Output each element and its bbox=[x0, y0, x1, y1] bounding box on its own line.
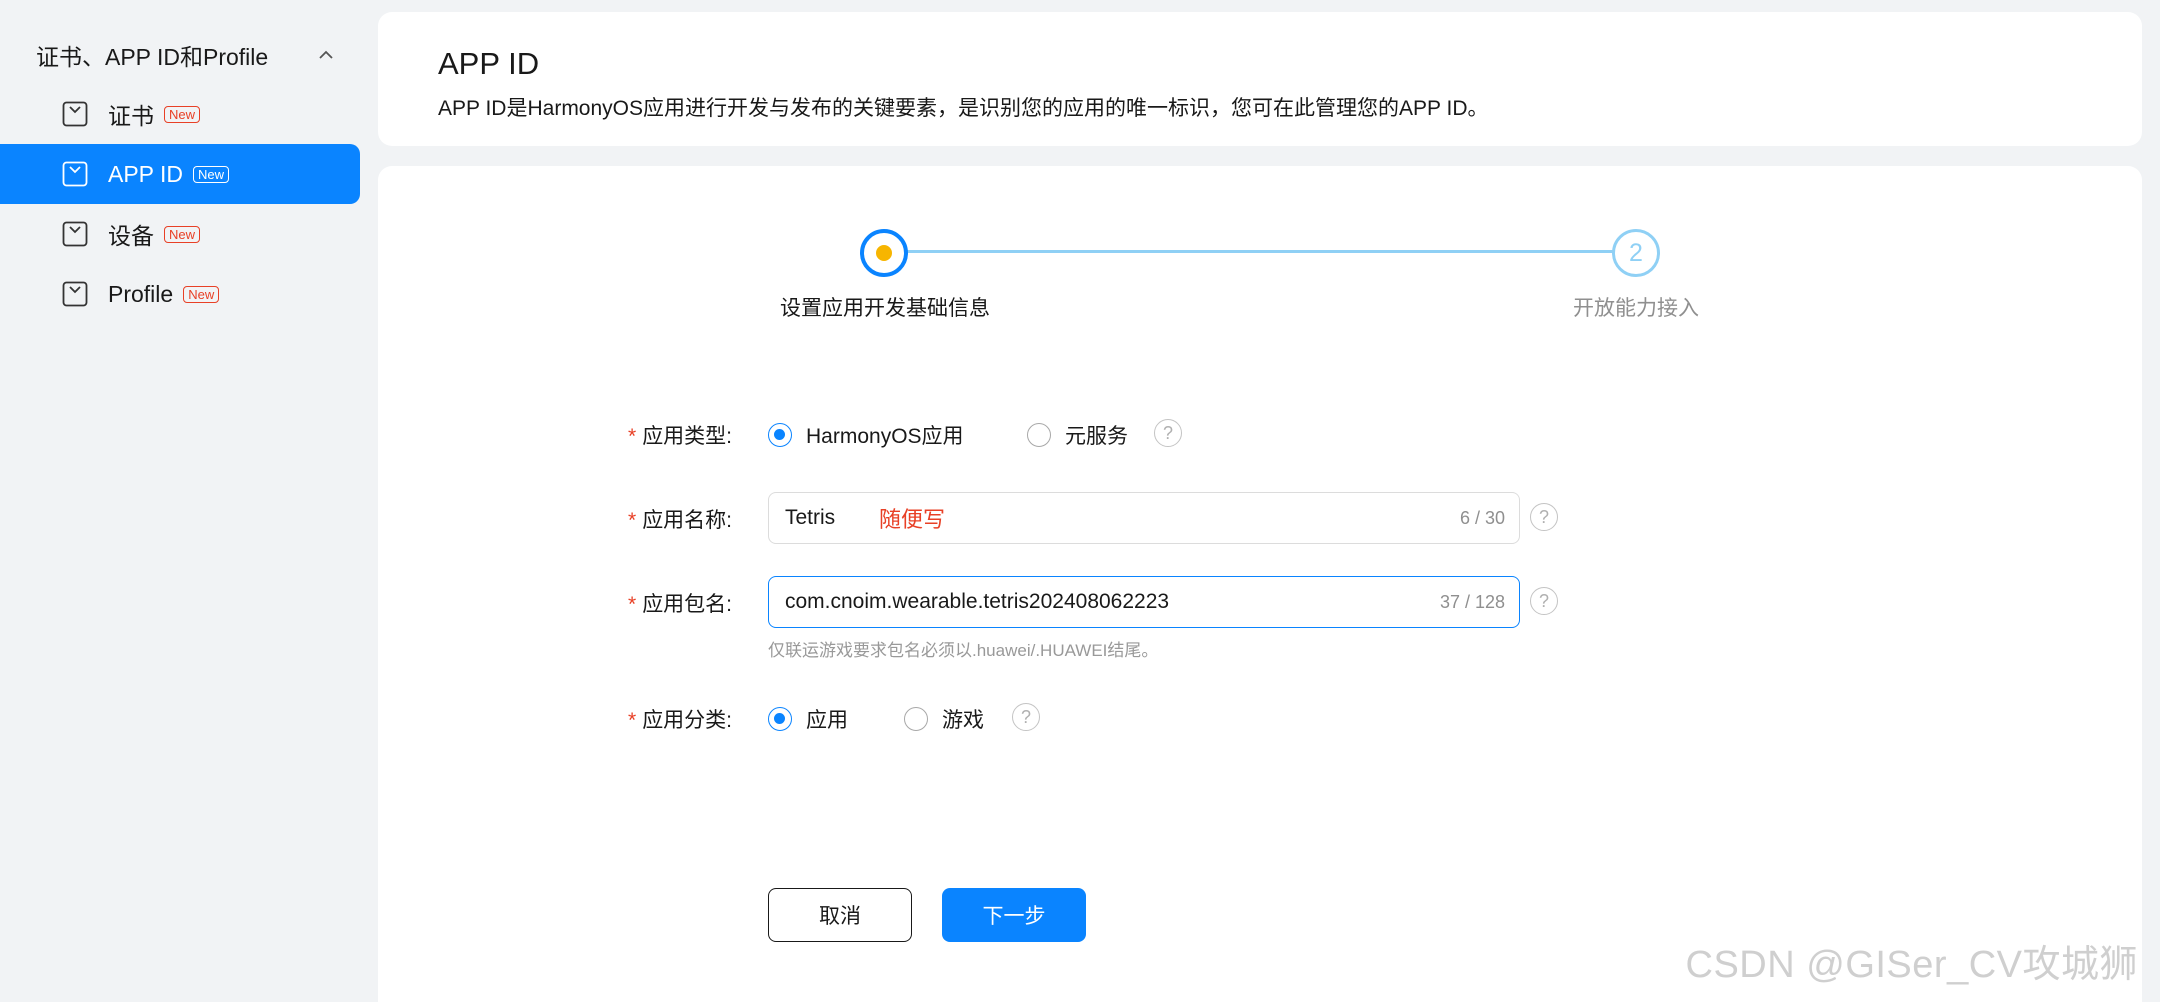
new-badge: New bbox=[164, 225, 201, 243]
package-name-label: * 应用包名: bbox=[628, 593, 733, 616]
category-app-radio[interactable]: 应用 bbox=[768, 704, 848, 734]
app-type-help-icon[interactable]: ? bbox=[1154, 419, 1182, 447]
step-2-indicator: 2 bbox=[1612, 229, 1660, 277]
required-mark: * bbox=[628, 425, 637, 448]
sidebar-item-app-id[interactable]: APP ID New bbox=[0, 144, 360, 204]
package-name-char-count: 37 / 128 bbox=[1439, 591, 1505, 612]
radio-label: 游戏 bbox=[942, 709, 984, 732]
cancel-button[interactable]: 取消 bbox=[768, 888, 912, 942]
step-1-indicator bbox=[860, 229, 908, 277]
sidebar-item-certificate[interactable]: 证书 New bbox=[0, 84, 360, 144]
package-name-field[interactable]: 37 / 128 bbox=[768, 576, 1520, 628]
new-badge: New bbox=[193, 165, 230, 183]
watermark: CSDN @GISer_CV攻城狮 bbox=[1685, 944, 2138, 986]
category-label: * 应用分类: bbox=[628, 709, 733, 732]
certificate-icon bbox=[62, 101, 88, 127]
app-root: 证书、APP ID和Profile 证书 New APP ID New 设备 N… bbox=[0, 0, 2160, 1002]
sidebar-item-label: APP ID bbox=[108, 160, 183, 187]
app-type-label: * 应用类型: bbox=[628, 425, 733, 448]
sidebar-item-profile[interactable]: Profile New bbox=[0, 264, 360, 324]
radio-unchecked-icon bbox=[1027, 423, 1051, 447]
package-name-help-icon[interactable]: ? bbox=[1530, 587, 1558, 615]
radio-label: HarmonyOS应用 bbox=[806, 425, 964, 448]
app-name-field[interactable]: 随便写 6 / 30 bbox=[768, 492, 1520, 544]
new-badge: New bbox=[183, 285, 220, 303]
app-name-label: * 应用名称: bbox=[628, 509, 733, 532]
category-game-radio[interactable]: 游戏 bbox=[904, 704, 984, 734]
profile-icon bbox=[62, 281, 88, 307]
page-title: APP ID bbox=[438, 46, 540, 81]
required-mark: * bbox=[628, 709, 637, 732]
required-mark: * bbox=[628, 509, 637, 532]
step-1-label: 设置应用开发基础信息 bbox=[780, 297, 990, 320]
sidebar-item-label: 证书 bbox=[108, 103, 154, 129]
package-name-hint: 仅联运游戏要求包名必须以.huawei/.HUAWEI结尾。 bbox=[768, 641, 1159, 660]
chevron-up-icon[interactable] bbox=[316, 45, 336, 65]
sidebar-item-device[interactable]: 设备 New bbox=[0, 204, 360, 264]
step-current-dot bbox=[876, 245, 892, 261]
radio-checked-icon bbox=[768, 707, 792, 731]
app-name-annotation: 随便写 bbox=[879, 507, 946, 532]
next-step-button[interactable]: 下一步 bbox=[942, 888, 1086, 942]
radio-checked-icon bbox=[768, 423, 792, 447]
step-2-label: 开放能力接入 bbox=[1573, 297, 1699, 320]
page-description: APP ID是HarmonyOS应用进行开发与发布的关键要素，是识别您的应用的唯… bbox=[438, 97, 1489, 120]
category-help-icon[interactable]: ? bbox=[1012, 703, 1040, 731]
radio-label: 应用 bbox=[806, 709, 848, 732]
required-mark: * bbox=[628, 593, 637, 616]
radio-unchecked-icon bbox=[904, 707, 928, 731]
device-icon bbox=[62, 221, 88, 247]
app-type-atomic-service-radio[interactable]: 元服务 bbox=[1027, 420, 1128, 450]
form-card: 2 设置应用开发基础信息 开放能力接入 * 应用类型: HarmonyOS应用 元… bbox=[378, 166, 2142, 1002]
package-name-input[interactable] bbox=[785, 582, 1345, 622]
app-name-input[interactable] bbox=[785, 498, 857, 538]
app-type-harmonyos-radio[interactable]: HarmonyOS应用 bbox=[768, 420, 964, 450]
sidebar-group-label: 证书、APP ID和Profile bbox=[36, 44, 269, 70]
radio-label: 元服务 bbox=[1065, 425, 1128, 448]
sidebar-item-label: Profile bbox=[108, 280, 174, 307]
app-name-char-count: 6 / 30 bbox=[1459, 507, 1505, 528]
stepper-connector bbox=[906, 250, 1630, 253]
sidebar-item-label: 设备 bbox=[108, 223, 154, 249]
header-card: APP ID APP ID是HarmonyOS应用进行开发与发布的关键要素，是识… bbox=[378, 12, 2142, 146]
new-badge: New bbox=[164, 105, 201, 123]
app-id-icon bbox=[62, 161, 88, 187]
sidebar: 证书、APP ID和Profile 证书 New APP ID New 设备 N… bbox=[0, 0, 370, 1002]
app-name-help-icon[interactable]: ? bbox=[1530, 503, 1558, 531]
sidebar-group-cert-appid-profile[interactable]: 证书、APP ID和Profile bbox=[36, 38, 336, 72]
